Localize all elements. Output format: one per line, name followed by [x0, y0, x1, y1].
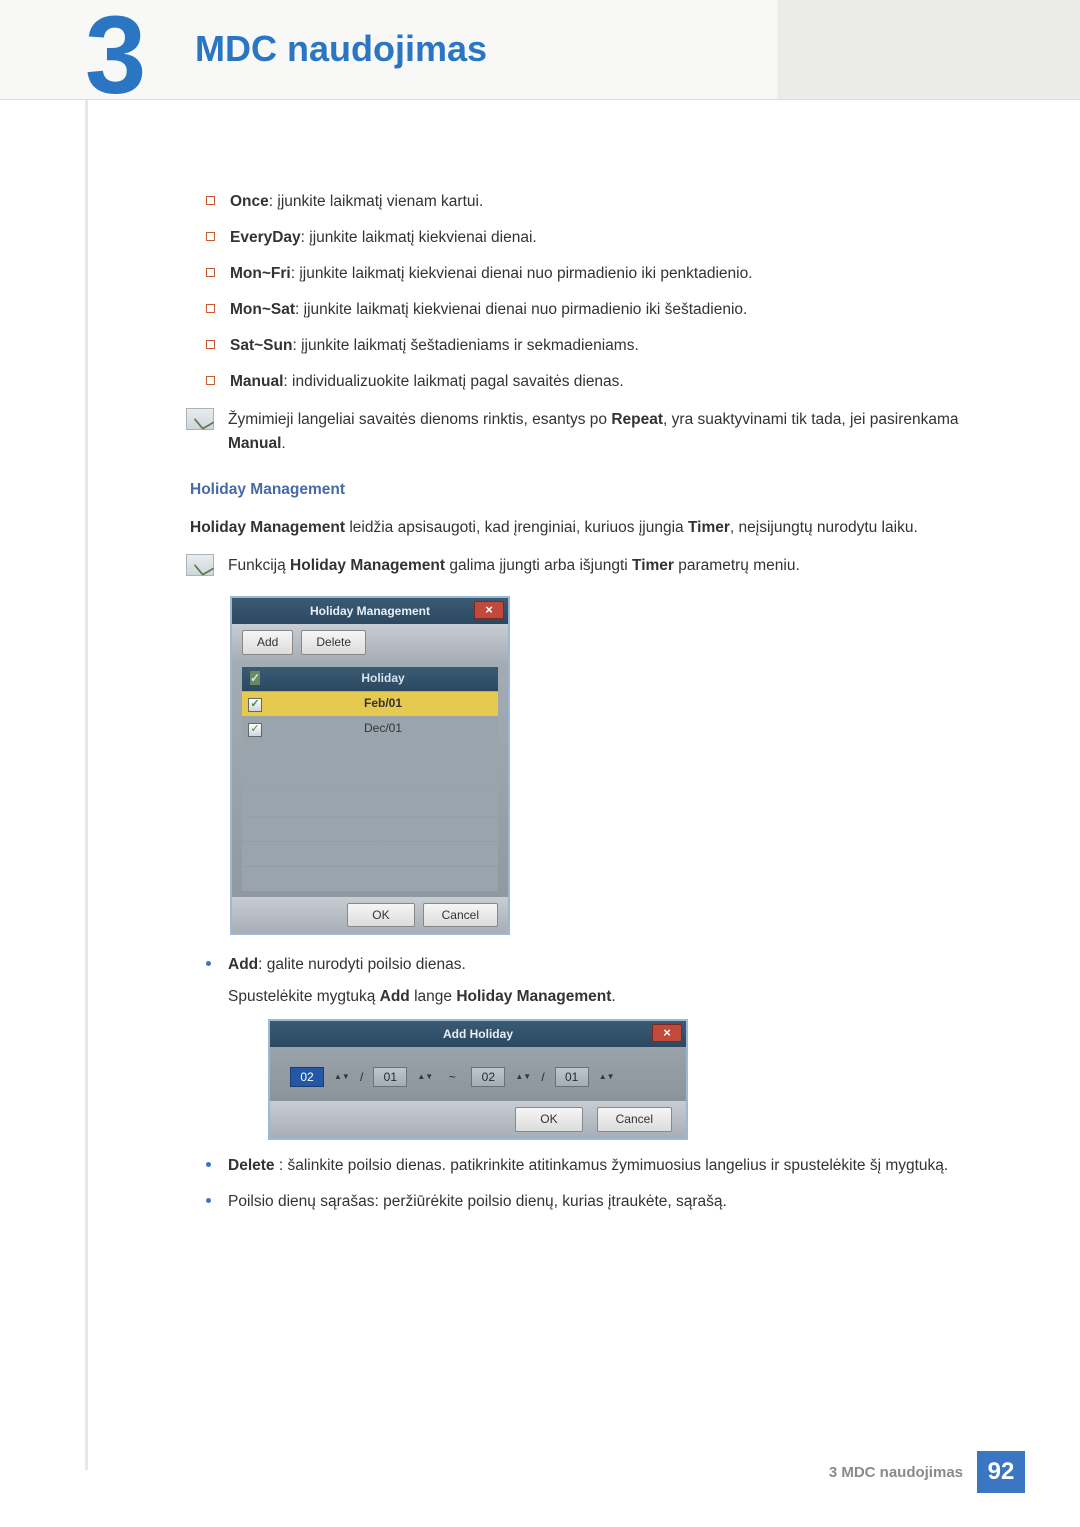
note-icon — [186, 408, 214, 430]
list-item: Mon~Sat: įjunkite laikmatį kiekvienai di… — [230, 298, 965, 322]
repeat-options-list: Once: įjunkite laikmatį vienam kartui. E… — [190, 190, 965, 394]
table-row[interactable]: ✓ Feb/01 — [242, 692, 498, 716]
footer-title: 3 MDC naudojimas — [829, 1464, 963, 1481]
note-repeat: Žymimieji langeliai savaitės dienoms rin… — [186, 408, 965, 456]
hm-description: Holiday Management leidžia apsisaugoti, … — [190, 516, 965, 540]
dialog-title: Holiday Management × — [232, 598, 508, 624]
cancel-button[interactable]: Cancel — [423, 903, 498, 928]
ok-button[interactable]: OK — [515, 1107, 582, 1132]
row-checkbox[interactable]: ✓ — [248, 723, 262, 737]
chapter-header: 3 MDC naudojimas — [0, 0, 1080, 100]
list-item: Manual: individualizuokite laikmatį paga… — [230, 370, 965, 394]
spinner-icon[interactable]: ▲▼ — [417, 1067, 433, 1087]
chapter-number: 3 — [85, 0, 146, 119]
list-item-delete: Delete : šalinkite poilsio dienas. patik… — [202, 1154, 965, 1178]
list-item-add: Add: galite nurodyti poilsio dienas. Spu… — [202, 953, 965, 1140]
empty-row — [242, 817, 498, 841]
dialog-body: 02 ▲▼ / 01 ▲▼ ~ 02 ▲▼ / 01 ▲▼ — [270, 1047, 686, 1101]
spinner-icon[interactable]: ▲▼ — [515, 1067, 531, 1087]
delete-button[interactable]: Delete — [301, 630, 366, 655]
holiday-management-dialog: Holiday Management × Add Delete ✓ Holida… — [230, 596, 510, 935]
close-button[interactable]: × — [474, 601, 504, 619]
check-all[interactable]: ✓ — [242, 669, 268, 688]
hm-note: Funkciją Holiday Management galima įjung… — [186, 554, 965, 578]
dialog-footer: OK Cancel — [232, 897, 508, 934]
dialog-footer: OK Cancel — [270, 1101, 686, 1138]
chapter-title: MDC naudojimas — [195, 28, 487, 70]
list-item-list: Poilsio dienų sąrašas: peržiūrėkite poil… — [202, 1190, 965, 1214]
add-subpara: Spustelėkite mygtuką Add lange Holiday M… — [228, 985, 965, 1009]
close-button[interactable]: × — [652, 1024, 682, 1042]
spinner-icon[interactable]: ▲▼ — [599, 1067, 615, 1087]
spinner-icon[interactable]: ▲▼ — [334, 1067, 350, 1087]
table-header: ✓ Holiday — [242, 667, 498, 691]
to-month-field[interactable]: 02 — [471, 1067, 505, 1087]
holiday-management-heading: Holiday Management — [190, 478, 965, 502]
hm-actions-list: Add: galite nurodyti poilsio dienas. Spu… — [190, 953, 965, 1214]
empty-row — [242, 867, 498, 891]
page-footer: 3 MDC naudojimas 92 — [829, 1451, 1025, 1493]
dialog-title: Add Holiday × — [270, 1021, 686, 1047]
list-item: EveryDay: įjunkite laikmatį kiekvienai d… — [230, 226, 965, 250]
page-number: 92 — [977, 1451, 1025, 1493]
from-month-field[interactable]: 02 — [290, 1067, 324, 1087]
empty-row — [242, 792, 498, 816]
to-day-field[interactable]: 01 — [555, 1067, 589, 1087]
cancel-button[interactable]: Cancel — [597, 1107, 672, 1132]
note-text: Žymimieji langeliai savaitės dienoms rin… — [228, 408, 965, 456]
row-checkbox[interactable]: ✓ — [248, 698, 262, 712]
holiday-table: ✓ Holiday ✓ Feb/01 ✓ Dec/01 — [242, 667, 498, 891]
empty-row — [242, 742, 498, 766]
list-item: Sat~Sun: įjunkite laikmatį šeštadieniams… — [230, 334, 965, 358]
note-icon — [186, 554, 214, 576]
add-holiday-dialog: Add Holiday × 02 ▲▼ / 01 ▲▼ ~ 02 ▲▼ / 01 — [268, 1019, 688, 1140]
empty-row — [242, 767, 498, 791]
ok-button[interactable]: OK — [347, 903, 414, 928]
list-item: Once: įjunkite laikmatį vienam kartui. — [230, 190, 965, 214]
note-text: Funkciją Holiday Management galima įjung… — [228, 554, 965, 578]
add-button[interactable]: Add — [242, 630, 293, 655]
table-row[interactable]: ✓ Dec/01 — [242, 717, 498, 741]
side-rule — [85, 90, 88, 1470]
from-day-field[interactable]: 01 — [373, 1067, 407, 1087]
list-item: Mon~Fri: įjunkite laikmatį kiekvienai di… — [230, 262, 965, 286]
dialog-toolbar: Add Delete — [232, 624, 508, 661]
empty-row — [242, 842, 498, 866]
